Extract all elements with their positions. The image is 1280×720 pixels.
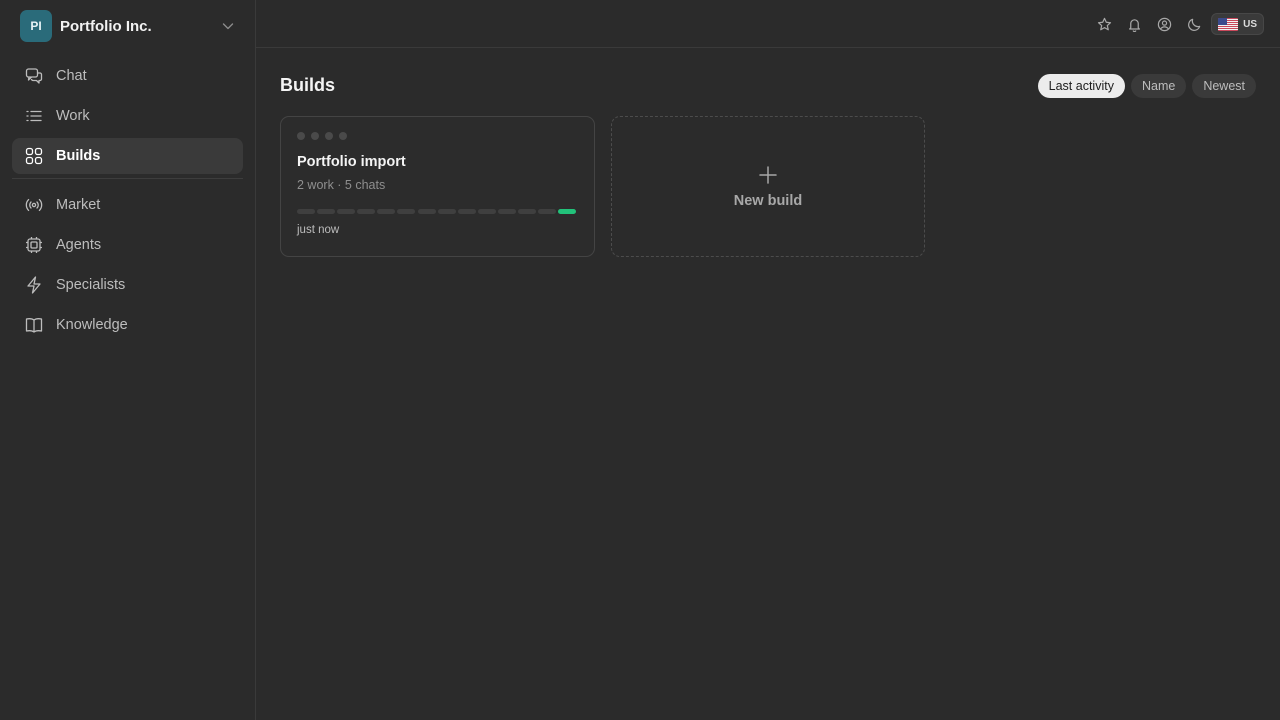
status-dot — [325, 132, 333, 140]
activity-segment — [497, 209, 516, 214]
star-icon[interactable] — [1089, 12, 1119, 36]
activity-bar — [297, 209, 578, 214]
us-flag-icon — [1218, 17, 1239, 31]
sidebar-item-chat[interactable]: Chat — [12, 58, 243, 94]
status-dot — [339, 132, 347, 140]
sidebar: PI Portfolio Inc. Chat Work Builds Marke… — [0, 0, 256, 720]
org-name: Portfolio Inc. — [60, 17, 152, 35]
org-avatar: PI — [20, 10, 52, 42]
org-switcher[interactable]: PI Portfolio Inc. — [20, 10, 236, 42]
sidebar-item-work[interactable]: Work — [12, 98, 243, 134]
new-build-label: New build — [733, 192, 803, 209]
sidebar-item-label: Work — [56, 108, 90, 124]
user-circle-icon[interactable] — [1149, 12, 1179, 36]
activity-segment — [518, 209, 537, 214]
bell-icon[interactable] — [1119, 12, 1149, 36]
activity-segment — [337, 209, 356, 214]
activity-segment — [317, 209, 336, 214]
sort-options: Last activity Name Newest — [1032, 74, 1256, 98]
sidebar-item-knowledge[interactable]: Knowledge — [12, 307, 243, 343]
bolt-icon — [25, 276, 43, 294]
activity-segment — [558, 209, 577, 214]
activity-segment — [297, 209, 315, 214]
activity-segment — [377, 209, 396, 214]
build-meta: 2 work · 5 chats — [297, 178, 386, 192]
plus-icon — [759, 165, 777, 184]
activity-segment — [417, 209, 436, 214]
chevron-down-icon — [222, 23, 234, 30]
sidebar-item-label: Knowledge — [56, 317, 128, 333]
sidebar-item-specialists[interactable]: Specialists — [12, 267, 243, 303]
sidebar-item-agents[interactable]: Agents — [12, 227, 243, 263]
sidebar-item-label: Chat — [56, 68, 87, 84]
cpu-icon — [25, 236, 43, 254]
sidebar-item-market[interactable]: Market — [12, 187, 243, 223]
book-icon — [25, 316, 43, 334]
chat-icon — [25, 67, 43, 85]
status-dot — [297, 132, 305, 140]
top-actions: US — [1089, 12, 1264, 36]
grid-icon — [25, 147, 43, 165]
build-card[interactable]: Portfolio import 2 work · 5 chats just n… — [280, 116, 595, 257]
app-root: PI Portfolio Inc. Chat Work Builds Marke… — [0, 0, 1280, 720]
activity-segment — [437, 209, 456, 214]
status-dots — [297, 132, 353, 140]
sidebar-divider — [12, 178, 243, 179]
sort-last-activity-button[interactable]: Last activity — [1037, 74, 1125, 98]
region-selector[interactable]: US — [1211, 13, 1264, 35]
activity-segment — [357, 209, 376, 214]
activity-segment — [477, 209, 496, 214]
activity-segment — [538, 209, 557, 214]
sidebar-item-label: Specialists — [56, 277, 126, 293]
sidebar-item-label: Builds — [56, 148, 101, 164]
region-label: US — [1243, 18, 1257, 30]
sidebar-nav: Chat Work Builds Market Agents Specialis… — [12, 58, 243, 347]
broadcast-icon — [25, 196, 43, 214]
sidebar-item-label: Agents — [56, 237, 102, 253]
main-content: Builds Last activity Name Newest Portfol… — [256, 48, 1280, 720]
sidebar-item-label: Market — [56, 197, 101, 213]
sort-name-button[interactable]: Name — [1130, 74, 1187, 98]
sidebar-item-builds[interactable]: Builds — [12, 138, 243, 174]
moon-icon[interactable] — [1179, 12, 1209, 36]
activity-segment — [457, 209, 476, 214]
top-bar: US — [256, 0, 1280, 48]
list-icon — [25, 107, 43, 125]
activity-segment — [397, 209, 416, 214]
page-title: Builds — [280, 75, 336, 95]
build-title: Portfolio import — [297, 154, 406, 170]
status-dot — [311, 132, 319, 140]
sort-newest-button[interactable]: Newest — [1192, 74, 1256, 98]
new-build-button[interactable]: New build — [611, 116, 925, 257]
build-updated: just now — [297, 224, 340, 236]
